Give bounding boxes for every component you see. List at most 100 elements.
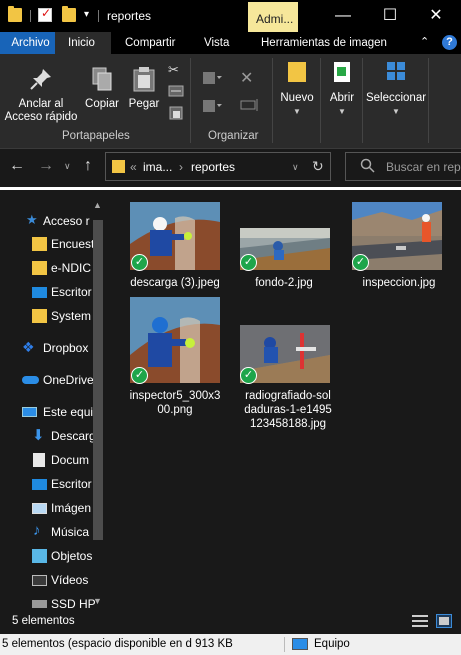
copy-to-icon[interactable] bbox=[202, 98, 222, 112]
help-icon[interactable]: ? bbox=[442, 35, 457, 50]
move-to-icon[interactable] bbox=[202, 70, 222, 84]
forward-arrow-icon[interactable]: → bbox=[38, 157, 54, 175]
group-organize-label: Organizar bbox=[208, 130, 259, 142]
address-bar[interactable]: « ima... › reportes ∨ ↻ bbox=[105, 152, 331, 181]
nav-item-label: Escritor bbox=[51, 477, 92, 491]
music-icon: ♪ bbox=[33, 522, 41, 539]
copy-label: Copiar bbox=[85, 98, 119, 110]
divider bbox=[362, 58, 363, 143]
back-arrow-icon[interactable]: ← bbox=[9, 157, 25, 175]
onedrive-icon bbox=[22, 376, 39, 384]
title-bar: ▾ reportes Admi... — ☐ ✕ bbox=[0, 0, 461, 32]
file-name-line3: 123458188.jpg bbox=[249, 418, 327, 430]
divider bbox=[30, 10, 31, 22]
paste-label: Pegar bbox=[128, 98, 160, 110]
properties-icon[interactable] bbox=[38, 6, 52, 22]
nav-item-label: Música bbox=[51, 525, 90, 539]
nav-item-label: Encuest bbox=[51, 237, 95, 251]
copy-button[interactable]: Copiar bbox=[82, 66, 122, 111]
sync-ok-icon: ✓ bbox=[352, 254, 369, 271]
download-icon: ⬇ bbox=[32, 427, 45, 444]
file-item[interactable]: ✓ inspeccion.jpg bbox=[345, 202, 453, 292]
tab-share[interactable]: Compartir bbox=[125, 32, 175, 54]
divider bbox=[190, 58, 191, 143]
delete-icon[interactable]: ✕ bbox=[240, 68, 256, 87]
file-name: inspeccion.jpg bbox=[362, 277, 436, 289]
contextual-tab-admin[interactable]: Admi... bbox=[248, 2, 298, 32]
paste-button[interactable]: Pegar bbox=[126, 66, 162, 111]
open-button[interactable]: Abrir ▼ bbox=[324, 62, 360, 118]
pin-quick-access-button[interactable]: Anclar al Acceso rápido bbox=[4, 66, 78, 124]
collapse-ribbon-icon[interactable]: ⌃ bbox=[420, 35, 429, 48]
copy-path-icon[interactable] bbox=[168, 84, 184, 98]
new-button[interactable]: Nuevo ▼ bbox=[278, 62, 316, 118]
open-label: Abrir bbox=[329, 92, 355, 104]
sync-ok-icon: ✓ bbox=[131, 367, 148, 384]
nav-item-label: e-NDIC bbox=[51, 261, 92, 275]
tab-home[interactable]: Inicio bbox=[55, 32, 111, 54]
details-view-icon[interactable] bbox=[412, 614, 428, 628]
nav-item-label: Objetos bbox=[51, 549, 93, 563]
scrollbar-thumb[interactable] bbox=[93, 220, 103, 540]
nav-scrollbar[interactable]: ▲ ▼ bbox=[92, 200, 104, 608]
close-button[interactable]: ✕ bbox=[413, 0, 459, 32]
cut-icon[interactable]: ✂ bbox=[168, 62, 184, 77]
new-folder-icon[interactable] bbox=[62, 6, 76, 22]
group-clipboard-label: Portapapeles bbox=[62, 130, 130, 142]
nav-item-label: System bbox=[51, 309, 92, 323]
customize-quick-access-icon[interactable]: ▾ bbox=[84, 9, 89, 20]
ribbon: Anclar al Acceso rápido Copiar Pegar ✂ P… bbox=[0, 54, 461, 149]
file-list: ✓ descarga (3).jpeg ✓ fondo-2.jpg ✓ insp… bbox=[108, 190, 461, 610]
new-folder-icon bbox=[288, 62, 306, 82]
search-box[interactable]: Buscar en repo bbox=[345, 152, 461, 181]
location-status: Equipo bbox=[314, 638, 350, 650]
folder-icon bbox=[112, 160, 125, 173]
divider bbox=[320, 58, 321, 143]
breadcrumb-separator[interactable]: › bbox=[179, 160, 183, 174]
dropbox-icon: ❖ bbox=[22, 339, 35, 355]
chevron-down-icon[interactable]: ∨ bbox=[292, 162, 299, 173]
scroll-up-icon[interactable]: ▲ bbox=[93, 200, 102, 210]
tab-view[interactable]: Vista bbox=[204, 32, 229, 54]
pin-label-line2: Acceso rápido bbox=[4, 111, 78, 123]
breadcrumb-reportes[interactable]: reportes bbox=[191, 160, 235, 174]
select-button[interactable]: Seleccionar ▼ bbox=[364, 62, 428, 118]
window-title: reportes bbox=[107, 9, 152, 23]
pin-icon bbox=[28, 66, 54, 92]
file-item[interactable]: ✓ radiografiado-sol daduras-1-e1495 1234… bbox=[234, 297, 342, 437]
folder-icon bbox=[8, 6, 22, 22]
nav-item-label: Dropbox bbox=[43, 341, 89, 355]
chevron-down-icon: ▼ bbox=[338, 107, 346, 116]
desktop-icon bbox=[32, 287, 47, 298]
scroll-down-icon[interactable]: ▼ bbox=[93, 596, 102, 606]
paste-icon bbox=[131, 66, 157, 92]
file-name-line1: radiografiado-sol bbox=[245, 390, 331, 402]
file-item[interactable]: ✓ fondo-2.jpg bbox=[230, 202, 338, 292]
file-item[interactable]: ✓ descarga (3).jpeg bbox=[121, 202, 229, 292]
videos-icon bbox=[32, 575, 47, 586]
tab-file[interactable]: Archivo bbox=[0, 32, 55, 54]
breadcrumb-overflow[interactable]: « bbox=[130, 160, 137, 174]
up-arrow-icon[interactable]: ↑ bbox=[84, 157, 92, 175]
recent-locations-icon[interactable]: ∨ bbox=[64, 161, 71, 172]
desktop-icon bbox=[32, 479, 47, 490]
tab-image-tools[interactable]: Herramientas de imagen bbox=[261, 32, 387, 54]
paste-shortcut-icon[interactable] bbox=[168, 106, 184, 120]
nav-item-label: Escritor bbox=[51, 285, 92, 299]
search-icon bbox=[360, 158, 376, 177]
chevron-down-icon: ▼ bbox=[293, 107, 301, 116]
refresh-icon[interactable]: ↻ bbox=[312, 158, 324, 175]
breadcrumb-images[interactable]: ima... bbox=[143, 160, 172, 174]
large-icons-view-icon[interactable] bbox=[436, 614, 452, 628]
sync-ok-icon: ✓ bbox=[240, 367, 257, 384]
select-label: Seleccionar bbox=[365, 92, 427, 104]
folder-icon bbox=[32, 237, 47, 251]
chevron-down-icon: ▼ bbox=[392, 107, 400, 116]
file-item[interactable]: ✓ inspector5_300x3 00.png bbox=[121, 297, 229, 417]
select-grid-icon bbox=[387, 62, 405, 80]
copy-icon bbox=[89, 66, 115, 92]
rename-icon[interactable] bbox=[240, 98, 258, 112]
status-bar: 5 elementos bbox=[0, 610, 461, 632]
minimize-button[interactable]: — bbox=[320, 0, 366, 32]
maximize-button[interactable]: ☐ bbox=[367, 0, 413, 32]
